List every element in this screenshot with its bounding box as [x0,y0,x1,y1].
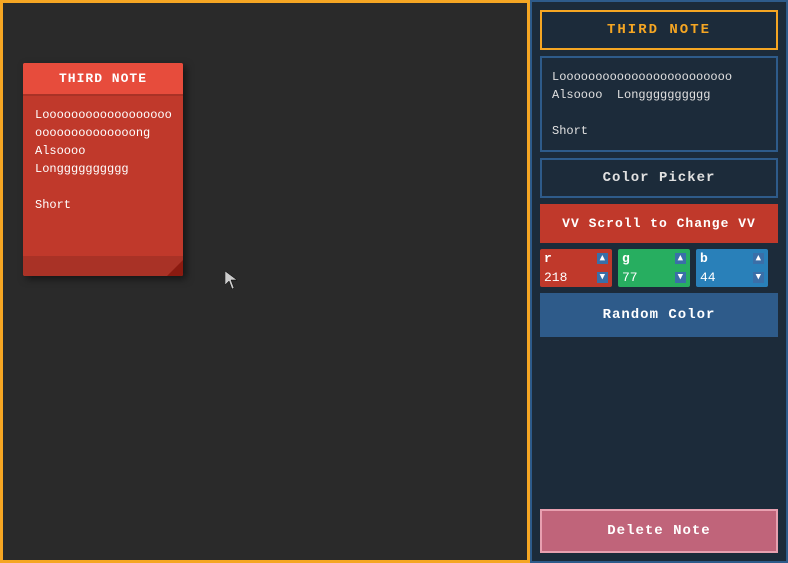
panel-title: THIRD NOTE [540,10,778,50]
r-channel-top: r ▲ [540,249,612,268]
right-panel: THIRD NOTE LooooooooooooooooooooooooAlso… [530,0,788,563]
spacer [540,343,778,503]
color-picker-button[interactable]: Color Picker [540,158,778,198]
b-channel-top: b ▲ [696,249,768,268]
note-body-text: LoooooooooooooooooooooooooooooooongAlsoo… [35,108,172,212]
random-color-button[interactable]: Random Color [540,293,778,337]
canvas-panel: THIRD NOTE Loooooooooooooooooooooooooooo… [0,0,530,563]
b-up-button[interactable]: ▲ [753,253,764,264]
r-up-button[interactable]: ▲ [597,253,608,264]
note-corner [167,260,183,276]
b-value: 44 [700,270,716,285]
g-label: g [622,251,630,266]
r-channel-bottom: 218 ▼ [540,268,612,287]
note-title: THIRD NOTE [23,63,183,96]
rgb-row: r ▲ 218 ▼ g ▲ 77 ▼ b ▲ [540,249,778,287]
r-value: 218 [544,270,567,285]
b-label: b [700,251,708,266]
note-footer [23,256,183,276]
preview-text: LooooooooooooooooooooooooAlsoooo Longggg… [552,70,732,138]
g-channel-bottom: 77 ▼ [618,268,690,287]
g-down-button[interactable]: ▼ [675,272,686,283]
r-down-button[interactable]: ▼ [597,272,608,283]
delete-note-button[interactable]: Delete Note [540,509,778,553]
g-value: 77 [622,270,638,285]
scroll-to-change-button[interactable]: VV Scroll to Change VV [540,204,778,243]
g-channel: g ▲ 77 ▼ [618,249,690,287]
note-card[interactable]: THIRD NOTE Loooooooooooooooooooooooooooo… [23,63,183,276]
g-channel-top: g ▲ [618,249,690,268]
r-channel: r ▲ 218 ▼ [540,249,612,287]
b-down-button[interactable]: ▼ [753,272,764,283]
g-up-button[interactable]: ▲ [675,253,686,264]
b-channel-bottom: 44 ▼ [696,268,768,287]
b-channel: b ▲ 44 ▼ [696,249,768,287]
note-preview: LooooooooooooooooooooooooAlsoooo Longggg… [540,56,778,152]
cursor [225,271,237,289]
r-label: r [544,251,552,266]
canvas-area[interactable]: THIRD NOTE Loooooooooooooooooooooooooooo… [3,3,527,560]
note-body: LoooooooooooooooooooooooooooooooongAlsoo… [23,96,183,256]
